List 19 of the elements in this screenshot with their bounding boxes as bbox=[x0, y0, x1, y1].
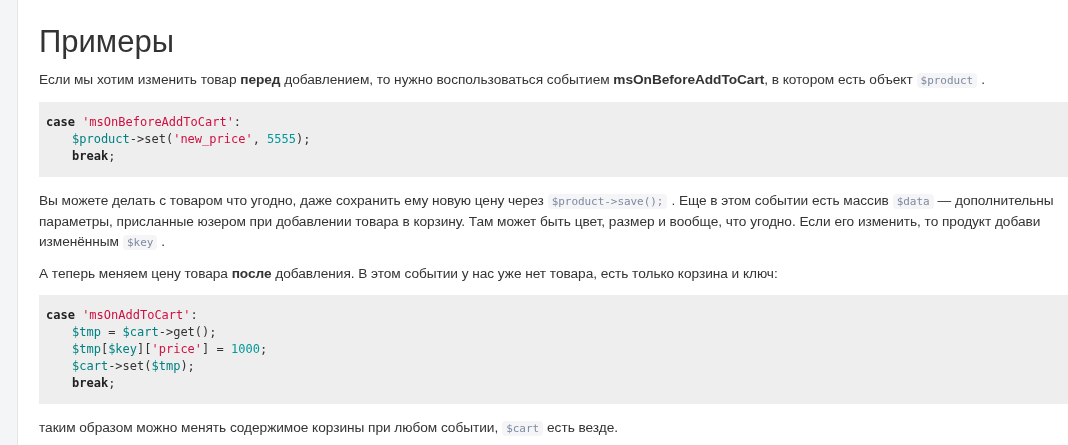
inline-code: $cart bbox=[502, 421, 544, 436]
paragraph-text: . bbox=[981, 72, 985, 87]
code-block: case 'msOnBeforeAddToCart': $product->set('new_price', 5555); break; bbox=[39, 102, 1068, 177]
paragraph-text: таким образом можно менять содержимое корзины при любом событии, bbox=[39, 420, 499, 435]
paragraph-text: Вы можете делать с товаром что угодно, даже сохранить ему новую цену через bbox=[39, 193, 544, 208]
paragraph-text: . Еще в этом событии есть массив bbox=[671, 193, 889, 208]
inline-code: $key bbox=[123, 235, 158, 250]
paragraph-text: . bbox=[161, 234, 166, 249]
inline-code: $product bbox=[916, 73, 978, 88]
section-heading: Примеры bbox=[39, 24, 175, 60]
paragraph-text: — дополнительны bbox=[937, 193, 1054, 208]
paragraph-text: есть везде. bbox=[547, 420, 618, 435]
paragraph-text: изменённым bbox=[39, 234, 119, 249]
inline-code: $product->save(); bbox=[547, 194, 668, 209]
code-block: case 'msOnAddToCart': $tmp = $cart->get(); $tmp[$key]['price'] = 1000; $cart->set($tmp); break; bbox=[39, 295, 1068, 404]
paragraph-text: Если мы хотим изменить товар перед добавлением, то нужно воспользоваться событием msOnBeforeAddToCart, в котором есть объект bbox=[39, 72, 913, 87]
inline-code: $data bbox=[892, 194, 934, 209]
paragraph-text: А теперь меняем цену товара после добавления. В этом событии у нас уже нет товара, есть только корзина и ключ: bbox=[39, 266, 778, 281]
paragraph-text: параметры, присланные юзером при добавлении товара в корзину. Там может быть цвет, размер и вообще, что угодно. Если его изменить, то продукт добави bbox=[39, 214, 1041, 229]
